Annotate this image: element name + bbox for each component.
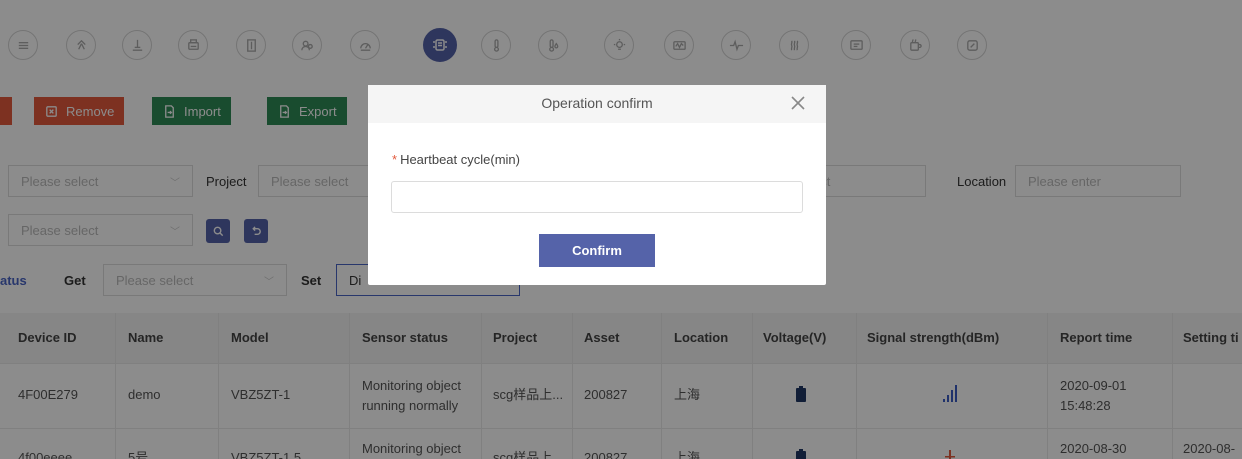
confirm-button[interactable]: Confirm xyxy=(539,234,655,267)
required-mark: * xyxy=(392,152,398,167)
close-icon[interactable] xyxy=(788,93,808,113)
dialog-title: Operation confirm xyxy=(541,95,653,111)
operation-confirm-dialog: Operation confirm * Heartbeat cycle(min) … xyxy=(368,85,826,285)
heartbeat-cycle-label: * Heartbeat cycle(min) xyxy=(392,152,520,167)
heartbeat-cycle-input[interactable] xyxy=(391,181,803,213)
device-management-page: Remove Import Export Please select ﹀ Pro… xyxy=(0,0,1242,459)
